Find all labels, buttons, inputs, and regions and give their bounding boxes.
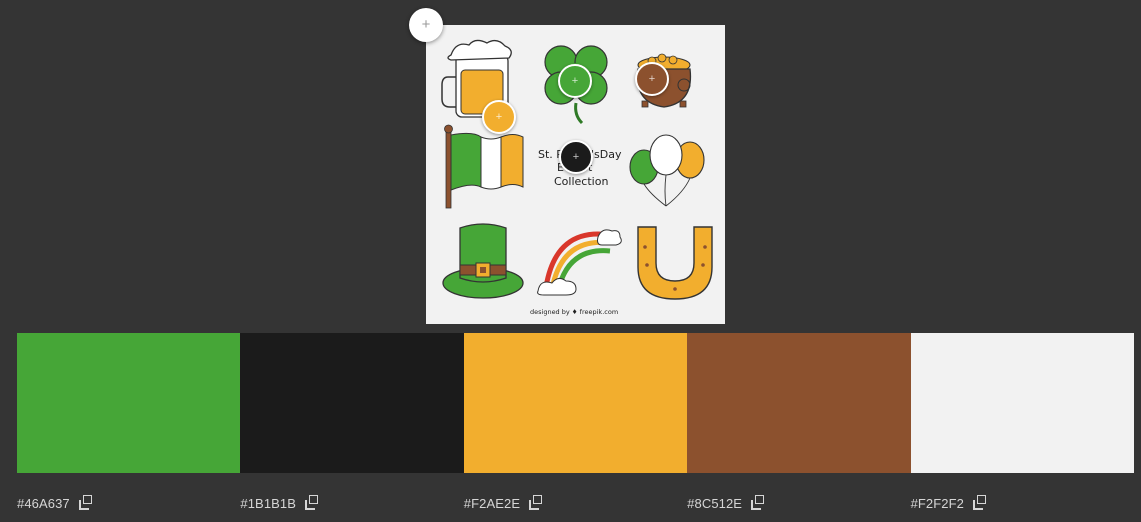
- swatch-label-2: #1B1B1B: [240, 492, 463, 514]
- leprechaun-hat-sticker: [442, 223, 524, 299]
- swatch-label-4: #8C512E: [687, 492, 910, 514]
- add-color-button[interactable]: +: [409, 8, 443, 42]
- copy-icon[interactable]: [305, 495, 321, 511]
- irish-flag-sticker: [444, 124, 524, 209]
- swatch-label-1: #46A637: [17, 492, 240, 514]
- swatch-4[interactable]: [687, 333, 911, 473]
- caption-line: 'sDay: [591, 148, 622, 161]
- palette-labels: #46A637 #1B1B1B #F2AE2E #8C512E #F2F2F2: [17, 492, 1134, 514]
- copy-icon[interactable]: [751, 495, 767, 511]
- hex-code[interactable]: #F2AE2E: [464, 496, 520, 511]
- color-picker-handle-brown[interactable]: +: [635, 62, 669, 96]
- caption-line: Collection: [554, 175, 608, 188]
- plus-icon: +: [421, 16, 431, 33]
- swatch-label-5: #F2F2F2: [911, 492, 1134, 514]
- hex-code[interactable]: #46A637: [17, 496, 70, 511]
- copy-icon[interactable]: [973, 495, 989, 511]
- color-picker-handle-green[interactable]: +: [558, 64, 592, 98]
- color-picker-handle-black[interactable]: +: [559, 140, 593, 174]
- palette-editor: St. P 'sDay E t Collection designed by ♦…: [0, 0, 1141, 522]
- rainbow-sticker: [537, 229, 622, 296]
- hex-code[interactable]: #8C512E: [687, 496, 742, 511]
- palette-swatches: [17, 333, 1134, 473]
- balloons-sticker: [629, 134, 705, 207]
- swatch-2[interactable]: [240, 333, 464, 473]
- hex-code[interactable]: #F2F2F2: [911, 496, 964, 511]
- copy-icon[interactable]: [78, 495, 95, 511]
- swatch-1[interactable]: [17, 333, 241, 473]
- swatch-3[interactable]: [463, 333, 688, 473]
- swatch-label-3: #F2AE2E: [464, 492, 687, 514]
- color-picker-handle-orange[interactable]: +: [482, 100, 516, 134]
- horseshoe-sticker: [637, 226, 713, 300]
- hex-code[interactable]: #1B1B1B: [240, 496, 296, 511]
- swatch-5[interactable]: [910, 333, 1134, 473]
- copy-icon[interactable]: [529, 495, 545, 511]
- image-credit: designed by ♦ freepik.com: [530, 308, 618, 316]
